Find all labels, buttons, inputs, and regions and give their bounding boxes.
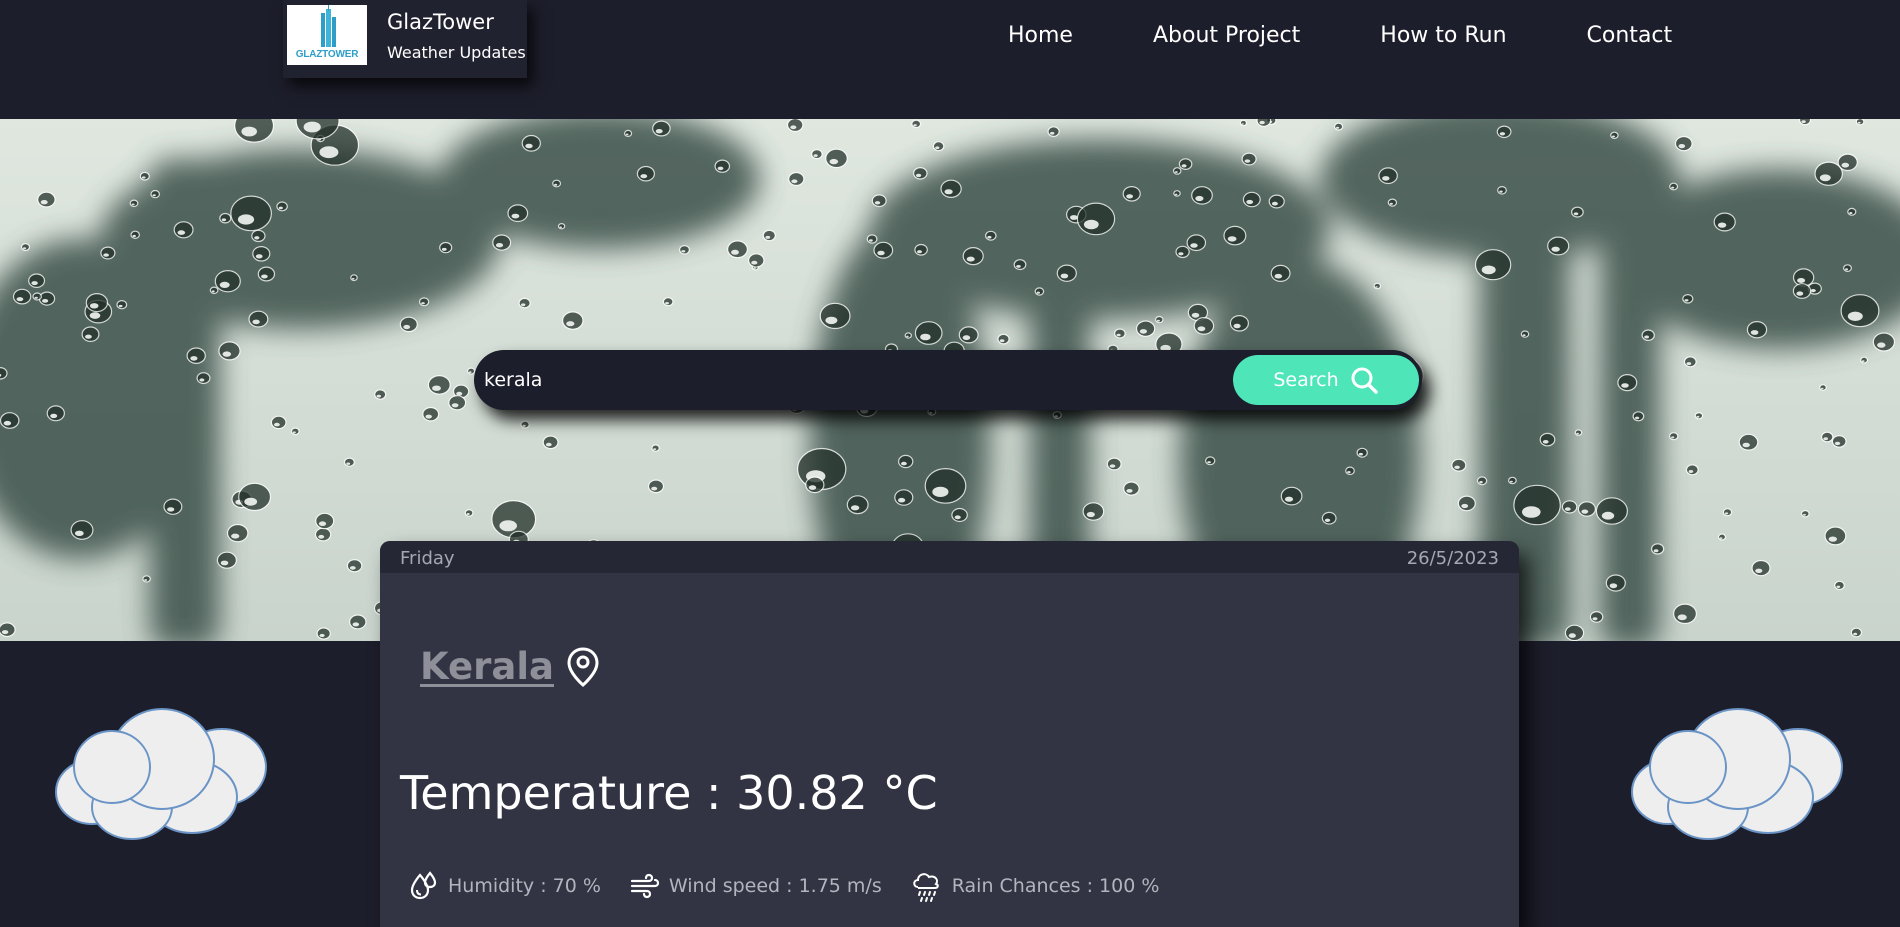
rain-cloud-icon bbox=[910, 869, 944, 903]
logo-text: GLAZTOWER bbox=[295, 49, 359, 60]
city-link[interactable]: Kerala bbox=[420, 645, 554, 688]
search-input[interactable] bbox=[484, 360, 1184, 400]
wind-stat: Wind speed : 1.75 m/s bbox=[629, 870, 882, 902]
nav-home[interactable]: Home bbox=[1008, 23, 1073, 48]
humidity-label: Humidity : 70 % bbox=[448, 875, 601, 897]
search-button-label: Search bbox=[1273, 369, 1339, 391]
nav-how-to-run[interactable]: How to Run bbox=[1380, 23, 1506, 48]
weather-stats: Humidity : 70 % Wind speed : 1.75 m/s Ra… bbox=[408, 869, 1187, 903]
nav-contact[interactable]: Contact bbox=[1587, 23, 1673, 48]
search-icon bbox=[1349, 365, 1379, 395]
brand-block[interactable]: GLAZTOWER GlazTower Weather Updates bbox=[283, 0, 527, 78]
search-button[interactable]: Search bbox=[1233, 355, 1419, 405]
rain-label: Rain Chances : 100 % bbox=[951, 875, 1160, 897]
temperature-value: Temperature : 30.82 °C bbox=[400, 766, 938, 820]
nav-about-project[interactable]: About Project bbox=[1153, 23, 1300, 48]
cloud-left-icon bbox=[55, 708, 267, 840]
search-bar: Search bbox=[474, 350, 1422, 410]
humidity-stat: Humidity : 70 % bbox=[408, 870, 601, 902]
wind-label: Wind speed : 1.75 m/s bbox=[668, 875, 882, 897]
cloud-right-icon bbox=[1631, 708, 1843, 840]
location-row: Kerala bbox=[420, 645, 600, 688]
header: GLAZTOWER GlazTower Weather Updates Home… bbox=[0, 0, 1900, 119]
humidity-icon bbox=[408, 870, 440, 902]
card-header: Friday 26/5/2023 bbox=[380, 541, 1519, 573]
wind-icon bbox=[629, 870, 661, 902]
logo: GLAZTOWER bbox=[287, 5, 367, 65]
brand-subtitle: Weather Updates bbox=[387, 43, 526, 62]
weather-card: Friday 26/5/2023 Kerala Temperature : 30… bbox=[380, 541, 1519, 927]
date-label: 26/5/2023 bbox=[1406, 548, 1499, 569]
location-pin-icon bbox=[566, 646, 600, 688]
main-nav: Home About Project How to Run Contact bbox=[1008, 23, 1752, 48]
brand-title: GlazTower bbox=[387, 10, 494, 34]
day-label: Friday bbox=[400, 548, 455, 569]
rain-stat: Rain Chances : 100 % bbox=[910, 869, 1160, 903]
